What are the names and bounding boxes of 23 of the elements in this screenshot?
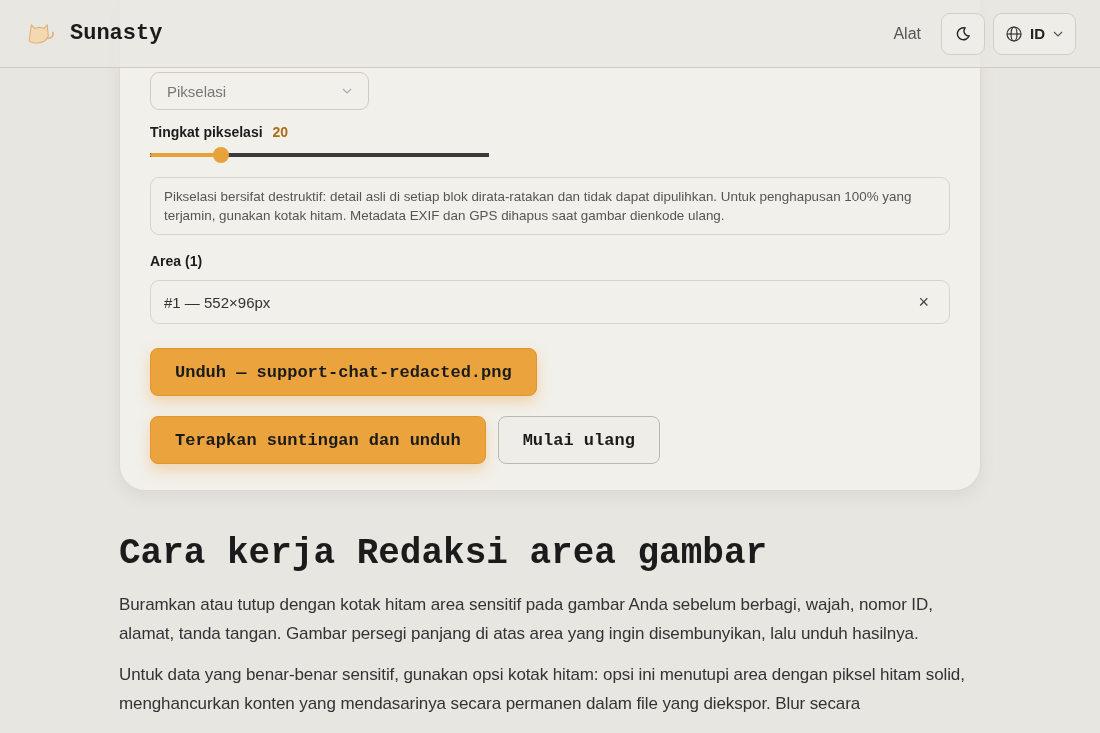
areas-label: Area (1): [150, 253, 204, 269]
cat-logo-icon: [28, 22, 54, 45]
article-paragraph: Buramkan atau tutup dengan kotak hitam area sensitif pada gambar Anda sebelum berbagi, wajah, nomor ID, alamat, tanda tangan. Gambar persegi panjang di atas area yang ingin disembunyikan, lalu unduh hasilnya.: [119, 594, 934, 645]
slider-label: Tingkat pikselasi: [150, 124, 263, 140]
reset-button[interactable]: Mulai ulang: [497, 416, 660, 464]
moon-icon: [956, 26, 970, 41]
slider-thumb[interactable]: [213, 147, 230, 163]
theme-toggle-button[interactable]: [941, 12, 985, 55]
article-paragraph: Untuk data yang benar-benar sensitif, gunakan opsi kotak hitam: opsi ini menutupi area dengan piksel hitam solid, menghancurkan konten yang mendasarinya secara permanen dalam file yang diekspor. Blur secara: [119, 664, 966, 715]
article-heading: Cara kerja Redaksi area gambar: [119, 533, 769, 574]
slider-value: 20: [272, 124, 289, 140]
remove-button[interactable]: ×: [918, 291, 929, 313]
mode-select[interactable]: Pikselasi: [150, 72, 369, 110]
area-label: #1 — 552×96px: [164, 293, 271, 311]
language-button[interactable]: ID: [993, 12, 1076, 55]
brand-name: Sunasty: [70, 21, 163, 46]
nav-link[interactable]: Alat: [893, 24, 921, 43]
chevron-down-icon: [342, 88, 352, 94]
chevron-down-icon: [1053, 30, 1063, 37]
download-button[interactable]: Unduh — support-chat-redacted.png: [150, 348, 537, 396]
globe-icon: [1006, 25, 1022, 42]
notice-text: Pikselasi bersifat destruktif: detail asli di setiap blok dirata-ratakan dan tidak dapat dipulihkan. Untuk penghapusan 100% yang terjamin, gunakan kotak hitam. Metadata EXIF dan GPS dihapus saat gambar dienkode ulang.: [150, 177, 950, 235]
apply-download-button[interactable]: Terapkan suntingan dan unduh: [150, 416, 486, 464]
